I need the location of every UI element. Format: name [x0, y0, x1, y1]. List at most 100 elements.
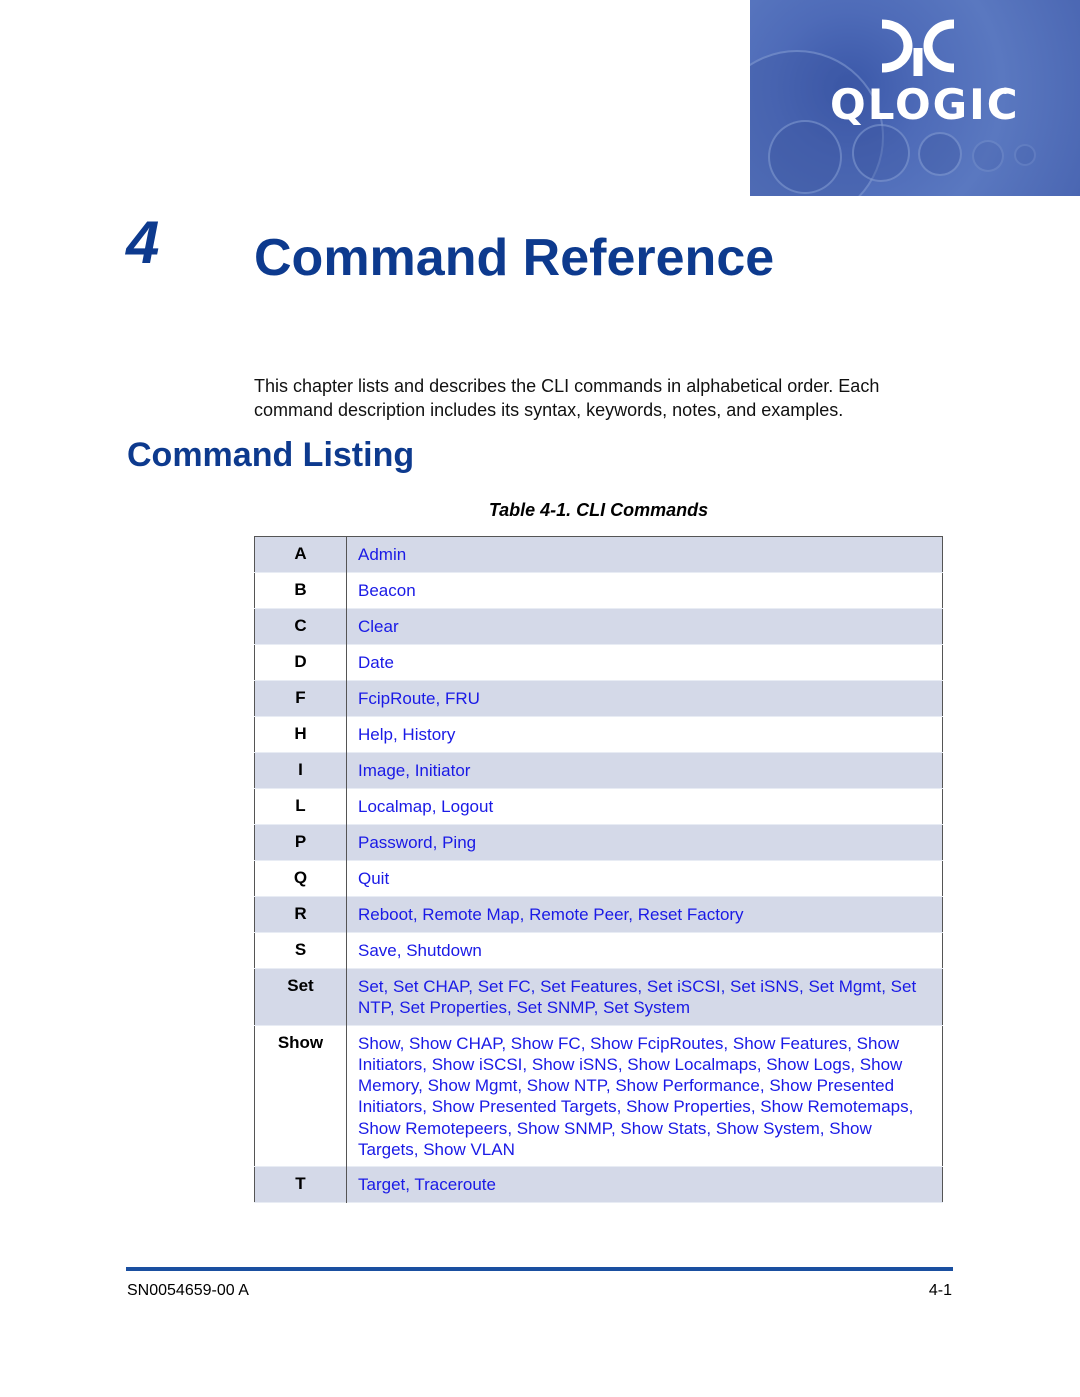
separator: ,: [605, 1076, 616, 1096]
command-link[interactable]: Show Localmaps: [627, 1055, 756, 1074]
command-link[interactable]: Help: [358, 725, 393, 744]
qlogic-mark-icon: [881, 19, 955, 76]
command-link[interactable]: Set Features: [540, 977, 637, 996]
intro-paragraph: This chapter lists and describes the CLI…: [254, 376, 880, 420]
command-link[interactable]: Remote Peer: [529, 905, 628, 924]
chapter-title: Command Reference: [254, 229, 775, 287]
command-link[interactable]: Remote Map: [422, 905, 519, 924]
separator: ,: [593, 998, 604, 1018]
command-link[interactable]: Admin: [358, 545, 406, 564]
row-commands: Image, Initiator: [347, 753, 943, 789]
table-row: P Password, Ping: [254, 824, 943, 861]
command-link[interactable]: Show FcipRoutes: [590, 1034, 723, 1053]
row-letter: L: [254, 788, 347, 825]
footer-rule: [126, 1267, 953, 1271]
command-link[interactable]: Set: [358, 977, 384, 996]
command-link[interactable]: Show CHAP: [409, 1034, 501, 1053]
separator: ,: [435, 689, 445, 708]
command-link[interactable]: History: [402, 725, 455, 744]
command-link[interactable]: Ping: [442, 833, 476, 852]
command-link[interactable]: Set Properties: [399, 998, 507, 1017]
separator: ,: [399, 1033, 410, 1053]
table-body: A Admin B Beacon C Clear D Date F FcipRoute, FRU H…: [254, 536, 943, 1203]
command-link[interactable]: Set iSNS: [730, 977, 799, 996]
command-link[interactable]: Set CHAP: [393, 977, 468, 996]
row-commands: Show, Show CHAP, Show FC, Show FcipRoute…: [347, 1025, 943, 1167]
separator: ,: [507, 1118, 517, 1138]
command-link[interactable]: FRU: [445, 689, 480, 708]
table-row: A Admin: [254, 536, 943, 573]
command-link[interactable]: Logout: [441, 797, 493, 816]
command-link[interactable]: Traceroute: [414, 1175, 496, 1194]
separator: ,: [850, 1054, 860, 1074]
table-row: F FcipRoute, FRU: [254, 680, 943, 717]
separator: ,: [881, 977, 891, 996]
command-link[interactable]: Date: [358, 653, 394, 672]
command-link[interactable]: Clear: [358, 617, 399, 636]
row-letter: D: [254, 644, 347, 681]
row-letter: H: [254, 716, 347, 753]
command-link[interactable]: Set FC: [478, 977, 531, 996]
command-link[interactable]: Show VLAN: [423, 1140, 515, 1159]
separator: ,: [617, 1054, 628, 1074]
command-link[interactable]: Reset Factory: [638, 905, 744, 924]
command-link[interactable]: Reboot: [358, 905, 413, 924]
command-link[interactable]: Show: [358, 1034, 400, 1053]
row-letter: P: [254, 824, 347, 861]
command-link[interactable]: Set System: [603, 998, 690, 1017]
separator: ,: [431, 797, 442, 816]
command-link[interactable]: Show Performance: [615, 1076, 760, 1095]
table-row: Q Quit: [254, 860, 943, 897]
table-row: I Image, Initiator: [254, 752, 943, 789]
command-link[interactable]: Beacon: [358, 581, 416, 600]
separator: ,: [519, 905, 530, 924]
row-commands: Localmap, Logout: [347, 789, 943, 825]
separator: ,: [750, 1097, 761, 1117]
row-letter: I: [254, 752, 347, 789]
command-link[interactable]: Show Presented Targets: [432, 1097, 617, 1116]
row-commands: FcipRoute, FRU: [347, 681, 943, 717]
decorative-bubble: [1014, 144, 1036, 166]
registered-mark: ®: [1002, 86, 1009, 96]
command-link[interactable]: Show System: [716, 1119, 820, 1138]
command-link[interactable]: Show iSNS: [532, 1055, 618, 1074]
table-row: R Reboot, Remote Map, Remote Peer, Reset …: [254, 896, 943, 933]
command-link[interactable]: Localmap: [358, 797, 432, 816]
section-title: Command Listing: [127, 436, 415, 474]
command-link[interactable]: Show Mgmt: [428, 1076, 518, 1095]
separator: ,: [628, 905, 638, 924]
command-link[interactable]: Set SNMP: [516, 998, 593, 1017]
command-link[interactable]: Show Stats: [620, 1119, 706, 1138]
row-commands: Set, Set CHAP, Set FC, Set Features, Set…: [347, 969, 943, 1026]
separator: ,: [756, 1054, 767, 1074]
row-commands: Password, Ping: [347, 825, 943, 861]
command-link[interactable]: Quit: [358, 869, 389, 888]
command-link[interactable]: Image: [358, 761, 405, 780]
row-letter: Show: [254, 1025, 347, 1167]
command-link[interactable]: FcipRoute: [358, 689, 435, 708]
command-link[interactable]: Target: [358, 1175, 405, 1194]
command-link[interactable]: Show NTP: [527, 1076, 606, 1095]
command-link[interactable]: Show iSCSI: [432, 1055, 523, 1074]
command-link[interactable]: Set iSCSI: [647, 977, 721, 996]
command-link[interactable]: Show FC: [511, 1034, 581, 1053]
separator: ,: [501, 1033, 511, 1053]
command-link[interactable]: Save: [358, 941, 397, 960]
command-link[interactable]: Show SNMP: [517, 1119, 611, 1138]
row-commands: Admin: [347, 537, 943, 573]
row-letter: B: [254, 572, 347, 609]
row-commands: Date: [347, 645, 943, 681]
row-letter: S: [254, 932, 347, 969]
decorative-bubble: [972, 140, 1004, 172]
command-link[interactable]: Show Remotemaps: [760, 1097, 908, 1116]
command-link[interactable]: Show Features: [733, 1034, 847, 1053]
command-link[interactable]: Password: [358, 833, 433, 852]
command-link[interactable]: Initiator: [415, 761, 471, 780]
separator: ,: [610, 1118, 621, 1138]
command-link[interactable]: Show Logs: [766, 1055, 850, 1074]
command-link[interactable]: Show Remotepeers: [358, 1119, 507, 1138]
command-link[interactable]: Show Properties: [626, 1097, 751, 1116]
separator: ,: [383, 977, 393, 996]
command-link[interactable]: Set Mgmt: [808, 977, 881, 996]
command-link[interactable]: Shutdown: [406, 941, 482, 960]
